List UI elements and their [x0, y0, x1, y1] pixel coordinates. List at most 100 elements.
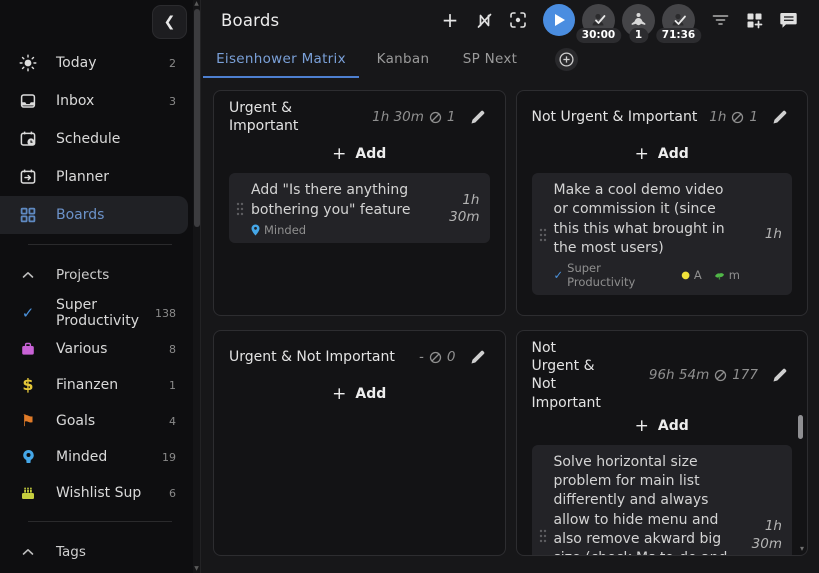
flag-icon: ⚑ [20, 411, 36, 430]
projects-section-header[interactable]: Projects [0, 255, 200, 295]
add-card-button[interactable]: + Add [532, 414, 793, 445]
task-card[interactable]: Solve horizontal size problem for main l… [531, 444, 792, 555]
plus-icon: + [332, 144, 347, 165]
scroll-down-arrow[interactable]: ▼ [193, 566, 200, 572]
sidebar-item-inbox[interactable]: Inbox 3 [0, 82, 200, 120]
task-card[interactable]: Make a cool demo video or commission it … [531, 173, 792, 296]
sidebar-item-wishlist-sup[interactable]: Wishlist Sup 6 [0, 475, 200, 511]
sidebar-item-label: Inbox [56, 93, 95, 109]
drag-handle-icon[interactable] [534, 453, 552, 555]
panel-title: Not Urgent & Important [531, 108, 698, 125]
add-card-button[interactable]: + Add [229, 377, 490, 413]
panel-urgent-not-important: Urgent & Not Important - 0 + Add [213, 330, 506, 556]
sidebar-item-super-productivity[interactable]: ✓ Super Productivity 138 [0, 295, 200, 331]
projects-section-label: Projects [56, 267, 110, 283]
sidebar-item-various[interactable]: Various 8 [0, 331, 200, 367]
task-time-estimate: 1h 30m [449, 191, 480, 226]
pomodoro-timer-button[interactable]: 30:00 [575, 3, 622, 43]
play-button[interactable] [543, 4, 575, 36]
panel-time: 1h 30m [372, 109, 424, 126]
break-reminder-button[interactable]: 1 [622, 3, 655, 43]
task-time-estimate: 1h 30m [751, 518, 782, 552]
dashboard-add-icon[interactable] [741, 7, 767, 33]
project-tag[interactable]: Minded [251, 223, 306, 237]
sidebar-item-schedule[interactable]: Schedule [0, 120, 200, 158]
project-count: 8 [169, 342, 176, 356]
panel-done-count: 0 [446, 349, 456, 365]
add-board-button[interactable] [555, 47, 578, 71]
project-label: Various [56, 341, 108, 357]
active-tab-indicator [203, 76, 359, 78]
tag-label: Super Productivity [567, 261, 636, 290]
tags-section-label: Tags [56, 544, 86, 560]
add-label: Add [355, 386, 387, 402]
pencil-icon [773, 110, 787, 124]
tag-chip[interactable]: ● A [681, 268, 702, 282]
person-check-icon [672, 13, 686, 26]
task-card[interactable]: Add "Is there anything bothering you" fe… [229, 173, 490, 243]
edit-panel-button[interactable] [768, 105, 792, 129]
tag-label: m [728, 268, 740, 283]
sidebar-scrollbar-thumb[interactable] [194, 9, 200, 227]
panel-stats: 1h 30m 1 [372, 109, 455, 125]
project-label: Wishlist Sup [56, 485, 142, 501]
add-card-button[interactable]: + Add [229, 137, 490, 173]
head-pin-icon [0, 449, 56, 465]
panel-stats: 1h 1 [709, 109, 758, 125]
add-task-icon[interactable]: + [437, 7, 463, 33]
filter-icon[interactable] [707, 7, 733, 33]
task-title: Solve horizontal size problem for main l… [553, 453, 728, 555]
sidebar-item-label: Today [56, 55, 97, 71]
task-time-estimate: 1h [764, 226, 782, 243]
edit-panel-button[interactable] [466, 105, 490, 129]
tab-sp-next[interactable]: SP Next [447, 40, 533, 78]
tab-eisenhower-matrix[interactable]: Eisenhower Matrix [203, 40, 359, 78]
edit-panel-button[interactable] [466, 345, 490, 369]
n-slash-icon[interactable] [471, 7, 497, 33]
sidebar-item-planner[interactable]: Planner [0, 158, 200, 196]
project-label: Minded [56, 449, 108, 465]
slashed-circle-icon [429, 111, 442, 123]
panel-urgent-important: Urgent & Important 1h 30m 1 + Add Add "I… [213, 90, 506, 316]
slashed-circle-icon [429, 351, 442, 363]
tab-label: Kanban [376, 51, 430, 67]
main-header: Boards + 30:00 1 71:36 [201, 0, 819, 43]
add-card-button[interactable]: + Add [532, 137, 793, 173]
completed-time-button[interactable]: 71:36 [655, 3, 702, 43]
sidebar-item-goals[interactable]: ⚑ Goals 4 [0, 403, 200, 439]
drag-handle-icon[interactable] [534, 181, 552, 289]
play-icon [554, 14, 565, 26]
tab-kanban[interactable]: Kanban [359, 40, 447, 78]
app-window: ❮ Today 2 Inbox 3 Schedule Planner Board… [0, 0, 819, 573]
sidebar-item-minded[interactable]: Minded 19 [0, 439, 200, 475]
feedback-comment-icon[interactable] [775, 7, 801, 33]
person-check-icon [592, 13, 605, 26]
check-icon: ✓ [21, 303, 35, 322]
focus-mode-icon[interactable] [505, 7, 531, 33]
eisenhower-board-grid: Urgent & Important 1h 30m 1 + Add Add "I… [201, 78, 819, 556]
sidebar-item-boards[interactable]: Boards [0, 196, 188, 234]
pencil-icon [773, 369, 787, 382]
scroll-up-arrow[interactable]: ▲ [193, 1, 200, 7]
scroll-down-arrow[interactable]: ▾ [800, 544, 804, 553]
sidebar-collapse-button[interactable]: ❮ [152, 5, 187, 39]
sidebar-item-today[interactable]: Today 2 [0, 44, 200, 82]
panel-time: 96h 54m [648, 367, 710, 384]
plus-icon: + [634, 144, 649, 164]
sidebar-item-finanzen[interactable]: $ Finanzen 1 [0, 367, 200, 403]
tag-chip[interactable]: m [714, 268, 740, 282]
project-tag[interactable]: ✓ Super Productivity [554, 261, 670, 289]
sidebar-item-label: Schedule [56, 131, 121, 147]
edit-panel-button[interactable] [768, 363, 792, 387]
project-count: 1 [169, 378, 176, 392]
drag-handle-icon[interactable] [231, 181, 249, 237]
projects-list: ✓ Super Productivity 138 Various 8 $ Fin… [0, 295, 200, 511]
panel-scrollbar-thumb[interactable] [798, 415, 803, 439]
tag-label: A [693, 268, 702, 283]
main-area: Boards + 30:00 1 71:36 Eisenhower Matrix… [200, 0, 819, 573]
tags-section-header[interactable]: Tags [0, 532, 200, 572]
panel-stats: 96h 54m 177 [649, 367, 758, 383]
sidebar-scrollbar[interactable]: ▲ ▼ [193, 0, 200, 573]
plus-circle-icon [559, 51, 574, 67]
add-label: Add [657, 146, 689, 162]
